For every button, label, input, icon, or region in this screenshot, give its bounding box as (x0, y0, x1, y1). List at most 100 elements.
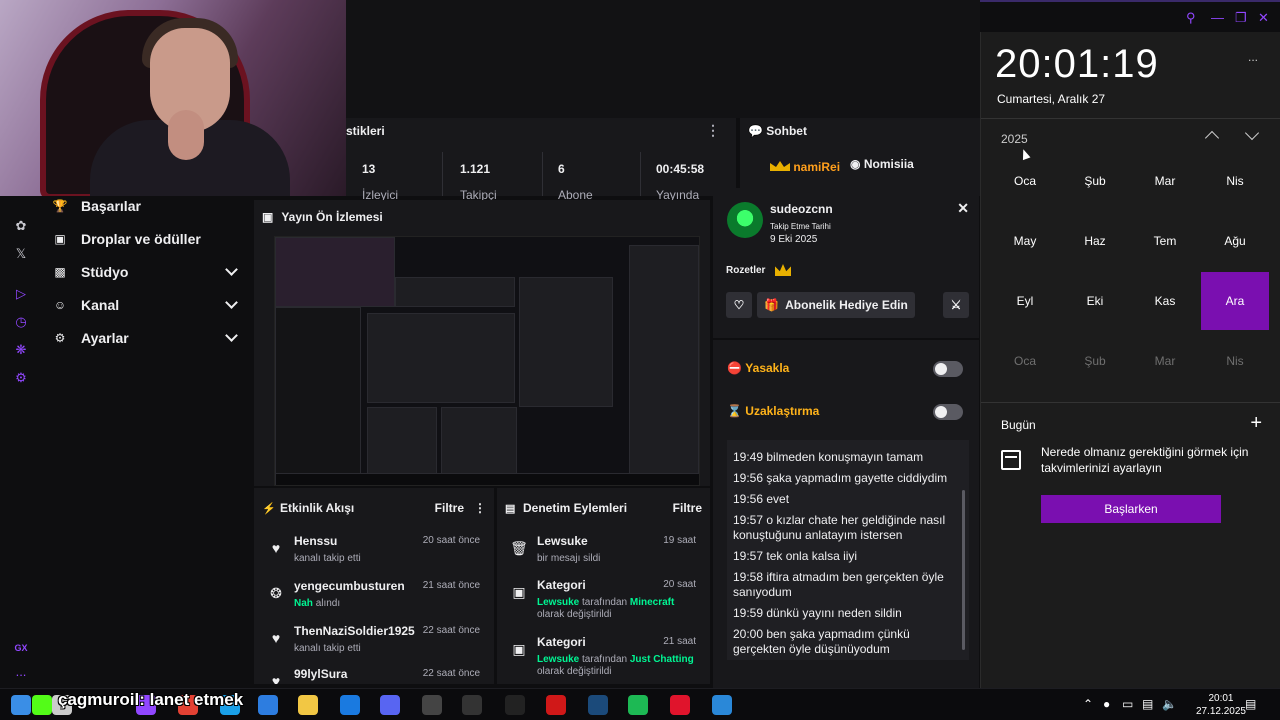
chevron-down-icon (225, 329, 238, 342)
close-icon[interactable]: ✕ (957, 200, 969, 217)
list-item[interactable]: ♥ Henssu kanalı takip etti 20 saat önce (254, 534, 494, 578)
month-cell[interactable]: Nis (1201, 332, 1269, 390)
taskbar-clock[interactable]: 20:01 27.12.2025 (1196, 692, 1246, 718)
more-options-icon[interactable]: ⋮ (706, 122, 720, 139)
chat-message: 19:56 evet (733, 492, 790, 506)
username[interactable]: sudeozcnn (770, 202, 833, 216)
volume-icon[interactable]: 🔈 (1162, 697, 1177, 711)
chevron-up-icon[interactable] (1204, 130, 1220, 146)
item-desc: kanalı takip etti (294, 643, 361, 654)
list-item[interactable]: ▣ Kategori Lewsuke tarafından Just Chatt… (497, 635, 710, 684)
gx-icon[interactable]: GX (13, 640, 29, 656)
kick-icon[interactable] (32, 695, 52, 715)
obs-icon[interactable] (422, 695, 442, 715)
preview-mod (441, 407, 517, 477)
stream-preview-panel: ▣ Yayın Ön İzlemesi (254, 200, 710, 486)
discord-icon[interactable] (380, 695, 400, 715)
filter-button[interactable]: Filtre (435, 501, 464, 515)
item-name: Kategori (537, 578, 586, 592)
restore-icon[interactable]: ❐ (1235, 10, 1247, 26)
file-explorer-icon[interactable] (298, 695, 318, 715)
minimize-icon[interactable]: — (1211, 10, 1224, 25)
app-g-icon[interactable] (462, 695, 482, 715)
month-cell[interactable]: Haz (1061, 212, 1129, 270)
microphone-icon[interactable]: ● (1103, 697, 1110, 711)
stream-preview-video[interactable] (274, 236, 700, 486)
ban-toggle[interactable] (933, 361, 963, 377)
app-red-icon[interactable] (546, 695, 566, 715)
month-cell[interactable]: Mar (1131, 152, 1199, 210)
follow-heart-button[interactable]: ♡ (726, 292, 752, 318)
nav-item-settings[interactable]: ⚙ Ayarlar (52, 325, 246, 351)
gift-sub-button[interactable]: 🎁 Abonelik Hediye Edin (757, 292, 915, 318)
play-icon[interactable]: ▷ (13, 286, 29, 302)
history-icon[interactable]: ◷ (13, 314, 29, 330)
month-cell[interactable]: Nis (1201, 152, 1269, 210)
chevron-down-icon[interactable] (1244, 125, 1260, 141)
search-icon[interactable]: ⚲ (1186, 10, 1196, 26)
nav-item-drops[interactable]: ▣ Droplar ve ödüller (52, 226, 246, 252)
nav-item-channel[interactable]: ☺ Kanal (52, 292, 246, 318)
month-cell[interactable]: Mar (1131, 332, 1199, 390)
app-blue-icon[interactable] (712, 695, 732, 715)
month-cell[interactable]: Şub (1061, 152, 1129, 210)
settings-gear-icon[interactable]: ⚙ (13, 370, 29, 386)
app-icon[interactable] (258, 695, 278, 715)
mail-icon[interactable] (340, 695, 360, 715)
month-cell[interactable]: Eki (1061, 272, 1129, 330)
badges-label: Rozetler (726, 265, 766, 276)
x-twitter-icon[interactable]: 𝕏 (13, 246, 29, 262)
more-options-icon[interactable]: ⋮ (474, 501, 486, 515)
month-cell[interactable]: Şub (1061, 332, 1129, 390)
heart-icon: ♥ (271, 630, 281, 646)
extensions-icon[interactable]: ❋ (13, 342, 29, 358)
chevron-up-icon[interactable]: ⌃ (1083, 697, 1093, 711)
preview-taskbar (275, 473, 699, 485)
notification-icon[interactable]: ▤ (1245, 697, 1256, 711)
month-cell[interactable]: Eyl (991, 272, 1059, 330)
more-icon[interactable]: ... (13, 664, 29, 680)
epic-games-icon[interactable] (505, 695, 525, 715)
month-cell[interactable]: Oca (991, 332, 1059, 390)
timeout-toggle[interactable] (933, 404, 963, 420)
month-cell[interactable]: Tem (1131, 212, 1199, 270)
more-options-icon[interactable]: ... (1248, 50, 1258, 64)
steam-icon[interactable] (588, 695, 608, 715)
month-cell[interactable]: Oca (991, 152, 1059, 210)
nav-item-achievements[interactable]: 🏆 Başarılar (52, 193, 246, 219)
heart-icon: ♥ (271, 540, 281, 556)
network-icon[interactable]: ▤ (1142, 697, 1153, 711)
opera-icon[interactable] (670, 695, 690, 715)
gear-icon: ⚙ (54, 331, 66, 345)
filter-button[interactable]: Filtre (673, 501, 702, 515)
list-item[interactable]: ❂ yengecumbusturen Nah alındı 21 saat ön… (254, 579, 494, 623)
month-cell[interactable]: May (991, 212, 1059, 270)
preview-usercard (519, 277, 613, 407)
heart-outline-icon: ♡ (733, 298, 745, 312)
list-item[interactable]: ▣ Kategori Lewsuke tarafından Minecraft … (497, 578, 710, 634)
month-cell[interactable]: Kas (1131, 272, 1199, 330)
nav-item-studio[interactable]: ▩ Stüdyo (52, 259, 246, 285)
list-item[interactable]: 🗑 Lewsuke bir mesajı sildi 19 saat (497, 534, 710, 578)
avatar[interactable] (727, 202, 763, 238)
battery-icon[interactable]: ▭ (1122, 697, 1133, 711)
scrollbar[interactable] (962, 490, 965, 650)
year-label[interactable]: 2025 (1001, 132, 1028, 146)
chatgpt-icon[interactable]: ✿ (13, 218, 29, 234)
divider (442, 152, 443, 196)
list-item[interactable]: ♥ ThenNaziSoldier1925 kanalı takip etti … (254, 624, 494, 668)
spotify-icon[interactable] (628, 695, 648, 715)
chat-user[interactable]: namiRei (770, 160, 840, 174)
preview-side (629, 245, 699, 475)
close-icon[interactable]: ✕ (1258, 10, 1269, 26)
divider (542, 152, 543, 196)
get-started-button[interactable]: Başlarken (1041, 495, 1221, 523)
chat-user[interactable]: ◉ Nomisiia (850, 157, 914, 171)
mod-tool-button[interactable]: ⚔ (943, 292, 969, 318)
add-event-icon[interactable]: + (1250, 412, 1262, 435)
month-cell[interactable]: Ara (1201, 272, 1269, 330)
list-item[interactable]: ♥ 99lylSura 22 saat önce (254, 667, 494, 684)
windows-start-icon[interactable] (11, 695, 31, 715)
sword-icon: ⚔ (950, 298, 962, 312)
month-cell[interactable]: Ağu (1201, 212, 1269, 270)
